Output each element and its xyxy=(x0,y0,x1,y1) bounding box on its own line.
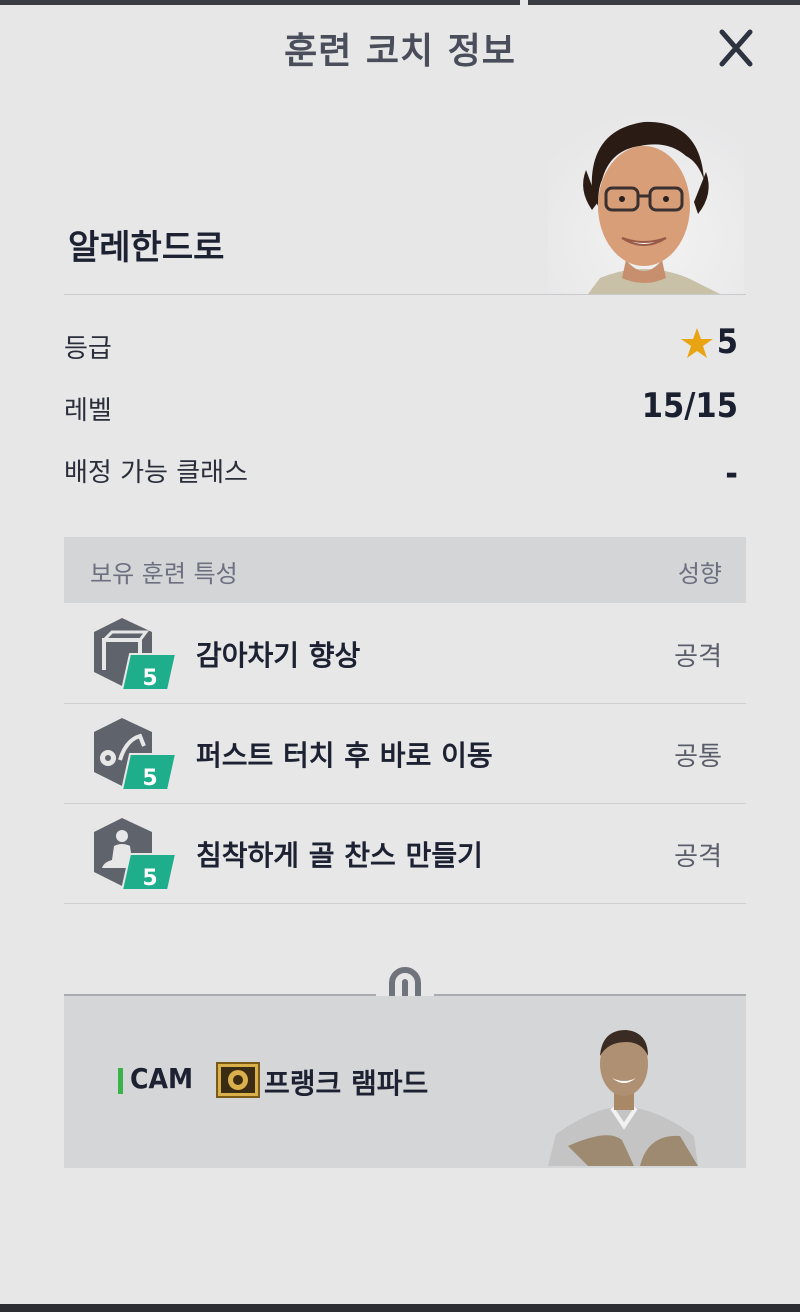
curl-shot-icon: 5 xyxy=(94,618,178,691)
position-indicator xyxy=(118,1068,123,1094)
class-label: 배정 가능 클래스 xyxy=(64,458,248,488)
trait-level-badge: 5 xyxy=(142,766,157,791)
trait-type: 공격 xyxy=(674,842,722,872)
player-photo xyxy=(548,1030,698,1166)
tendency-header-label: 성향 xyxy=(677,560,722,588)
trait-type: 공통 xyxy=(674,742,722,772)
level-value: 15/15 xyxy=(641,386,738,426)
grade-label: 등급 xyxy=(64,334,112,364)
trait-level-badge: 5 xyxy=(142,866,157,891)
divider xyxy=(64,294,746,295)
star-icon xyxy=(681,328,713,358)
coach-name: 알레한드로 xyxy=(68,228,225,268)
coach-portrait xyxy=(548,110,744,294)
composure-icon: 5 xyxy=(94,818,178,891)
class-value: - xyxy=(725,454,738,494)
traits-header: 보유 훈련 특성 성향 xyxy=(64,537,746,603)
bottom-edge xyxy=(0,1304,800,1312)
player-position: CAM xyxy=(130,1062,194,1095)
player-name: 프랭크 램파드 xyxy=(264,1067,429,1100)
trait-row[interactable]: 5 침착하게 골 찬스 만들기 공격 xyxy=(64,804,746,904)
trait-row[interactable]: 5 감아차기 향상 공격 xyxy=(64,604,746,704)
season-badge-icon xyxy=(216,1062,260,1098)
grade-value: 5 xyxy=(716,322,738,362)
first-touch-icon: 5 xyxy=(94,718,178,791)
traits-header-label: 보유 훈련 특성 xyxy=(90,560,238,588)
level-label: 레벨 xyxy=(64,396,112,426)
close-icon[interactable] xyxy=(712,24,760,72)
linked-player-card[interactable]: CAM 프랭크 램파드 xyxy=(64,996,746,1168)
trait-type: 공격 xyxy=(674,642,722,672)
trait-name: 퍼스트 터치 후 바로 이동 xyxy=(196,739,493,772)
page-title: 훈련 코치 정보 xyxy=(284,31,516,72)
trait-row[interactable]: 5 퍼스트 터치 후 바로 이동 공통 xyxy=(64,704,746,804)
top-edge xyxy=(0,0,800,5)
trait-name: 침착하게 골 찬스 만들기 xyxy=(196,839,483,872)
trait-name: 감아차기 향상 xyxy=(196,639,361,672)
trait-level-badge: 5 xyxy=(142,666,157,691)
